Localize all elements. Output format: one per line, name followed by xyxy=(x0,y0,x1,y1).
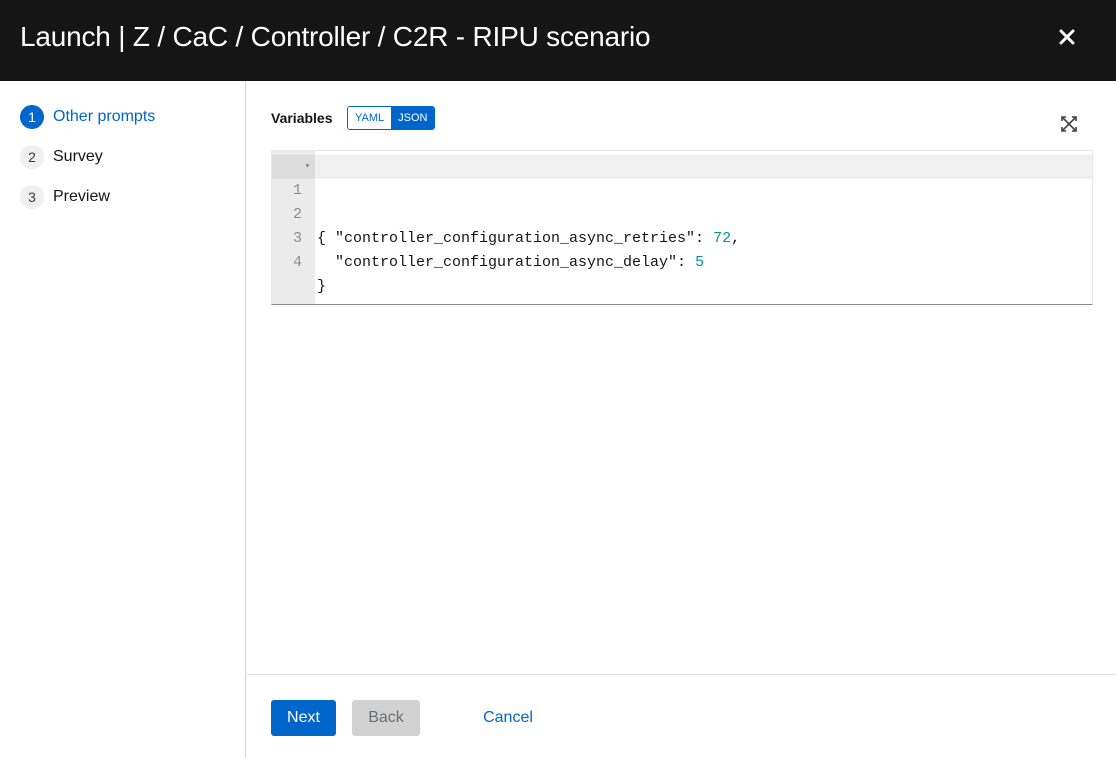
json-key: "controller_configuration_async_delay": xyxy=(317,254,696,271)
code-line: 2 "controller_configuration_async_retrie… xyxy=(272,179,1092,247)
next-button[interactable]: Next xyxy=(271,700,336,736)
variables-code-editor[interactable]: 1 ▾ { 2 "controller_configuration_async_… xyxy=(271,150,1093,305)
step-label: Other prompts xyxy=(53,108,156,125)
cancel-button[interactable]: Cancel xyxy=(467,700,549,736)
json-toggle-button[interactable]: JSON xyxy=(391,107,435,129)
nav-step-survey[interactable]: 2 Survey xyxy=(20,144,103,170)
step-number: 1 xyxy=(20,105,44,129)
back-button[interactable]: Back xyxy=(352,700,420,736)
nav-step-other-prompts[interactable]: 1 Other prompts xyxy=(20,104,155,130)
step-label: Preview xyxy=(53,188,110,205)
wizard-footer: Next Back Cancel xyxy=(247,674,1116,758)
format-toggle: YAML JSON xyxy=(347,106,436,130)
line-number: 4 xyxy=(292,254,302,271)
nav-step-preview[interactable]: 3 Preview xyxy=(20,184,110,210)
code-text: "controller_configuration_async_delay": … xyxy=(317,251,704,275)
step-number: 2 xyxy=(20,145,44,169)
close-icon xyxy=(1059,29,1075,45)
dialog-title: Launch | Z / CaC / Controller / C2R - RI… xyxy=(20,21,651,52)
step-number: 3 xyxy=(20,185,44,209)
yaml-toggle-button[interactable]: YAML xyxy=(348,107,392,129)
close-button[interactable] xyxy=(1052,22,1082,52)
code-line: 1 ▾ { xyxy=(272,155,1092,247)
step-label: Survey xyxy=(53,148,103,165)
code-line: 4 } xyxy=(272,227,1092,295)
fold-arrow-icon[interactable]: ▾ xyxy=(305,155,310,179)
dialog-header: Launch | Z / CaC / Controller / C2R - RI… xyxy=(0,0,1116,81)
expand-button[interactable] xyxy=(1057,112,1081,136)
variables-label: Variables xyxy=(271,110,333,126)
expand-icon xyxy=(1061,116,1077,132)
code-text: } xyxy=(317,278,327,295)
wizard-body: Variables YAML JSON 1 ▾ { 2 "controller_… xyxy=(247,81,1116,674)
json-number: 5 xyxy=(695,254,705,271)
code-line: 3 "controller_configuration_async_delay"… xyxy=(272,203,1092,271)
wizard-nav: 1 Other prompts 2 Survey 3 Preview xyxy=(0,81,246,758)
